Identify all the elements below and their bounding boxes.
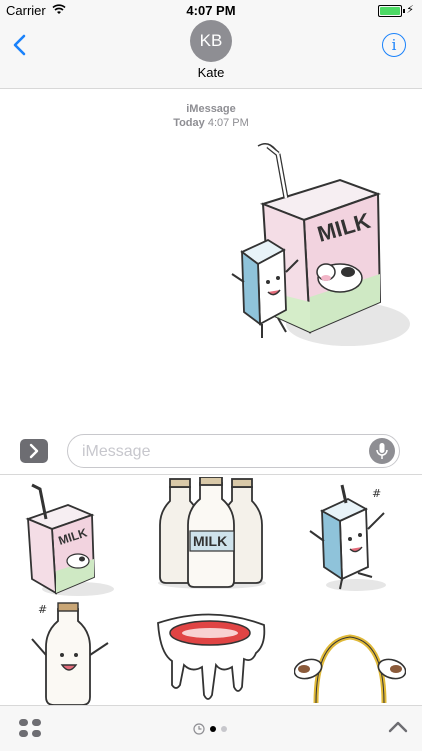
time-label: 4:07 PM: [207, 117, 249, 129]
sticker-cow-ears-headband[interactable]: [294, 634, 406, 704]
navigation-bar: Carrier 4:07 PM ⚡ KB Kate i: [0, 0, 422, 89]
sticker-waving-milk-carton[interactable]: #: [306, 481, 402, 593]
sticker-drawer: MILK MILK # #: [0, 475, 422, 705]
sticker-dripping-milk-mouth[interactable]: [157, 613, 266, 700]
battery-icon: [378, 5, 405, 17]
status-bar: Carrier 4:07 PM ⚡: [0, 0, 422, 22]
contact-avatar[interactable]: KB: [190, 20, 232, 62]
svg-text:#: #: [372, 487, 381, 500]
dictation-button[interactable]: [369, 438, 395, 464]
status-time: 4:07 PM: [186, 3, 236, 18]
sticker-three-milk-bottles[interactable]: MILK: [152, 477, 270, 589]
app-grid-icon[interactable]: [18, 718, 42, 738]
charging-icon: ⚡: [406, 4, 414, 16]
sent-milk-sticker[interactable]: MILK: [228, 132, 410, 350]
expand-apps-button[interactable]: [20, 439, 48, 463]
service-label: iMessage: [186, 103, 236, 115]
message-input[interactable]: iMessage: [67, 434, 400, 468]
sticker-waving-milk-bottle[interactable]: #: [24, 599, 118, 705]
app-drawer-bar: [0, 705, 422, 751]
microphone-icon: [376, 443, 388, 459]
message-composer: iMessage: [0, 428, 422, 475]
page-indicator[interactable]: [193, 723, 233, 735]
sticker-pink-milk-carton[interactable]: MILK: [18, 479, 118, 597]
message-placeholder: iMessage: [82, 443, 151, 460]
day-label: Today: [173, 117, 205, 129]
chevron-up-icon[interactable]: [388, 719, 408, 733]
contact-name[interactable]: Kate: [0, 65, 422, 80]
back-chevron-icon[interactable]: [10, 34, 30, 56]
svg-text:MILK: MILK: [193, 533, 227, 549]
info-icon[interactable]: i: [382, 33, 406, 57]
thread-timestamp: iMessage Today 4:07 PM: [0, 102, 422, 130]
chevron-right-icon: [29, 443, 39, 459]
svg-text:#: #: [38, 603, 47, 616]
